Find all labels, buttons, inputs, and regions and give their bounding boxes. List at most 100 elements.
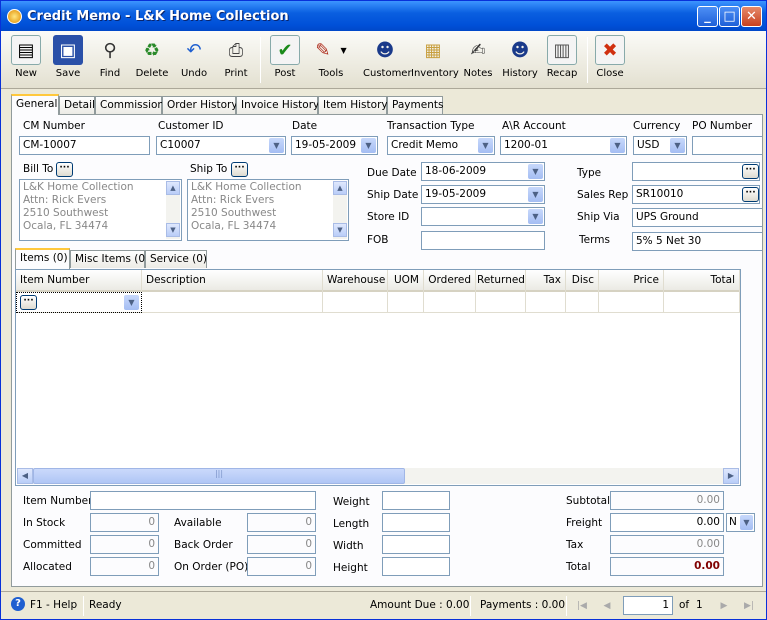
ship-to-lookup-button[interactable]: ··· [231, 162, 248, 177]
item-number-cell[interactable]: ··· ▼ [16, 292, 142, 313]
total-cell[interactable] [664, 292, 740, 313]
column-warehouse[interactable]: Warehouse [323, 270, 388, 292]
column-returned[interactable]: Returned [476, 270, 526, 292]
freight-code-select[interactable]: N ▼ [726, 513, 755, 532]
tax-cell[interactable] [526, 292, 566, 313]
previous-record-icon[interactable]: ◀ [598, 597, 616, 615]
scroll-up-icon[interactable]: ▲ [166, 181, 180, 195]
uom-cell[interactable] [388, 292, 424, 313]
close-window-button[interactable]: ✕ [741, 6, 762, 27]
print-button[interactable]: ⎙ Print [214, 34, 258, 86]
bill-to-address[interactable]: L&K Home Collection Attn: Rick Evers 251… [19, 179, 182, 241]
horizontal-scrollbar[interactable]: ◀ ||| ▶ [17, 468, 739, 484]
warehouse-cell[interactable] [323, 292, 388, 313]
save-button[interactable]: ▣ Save [46, 34, 90, 86]
find-button[interactable]: ⚲ Find [88, 34, 132, 86]
column-tax[interactable]: Tax [526, 270, 566, 292]
freight-input[interactable]: 0.00 [610, 513, 724, 532]
transaction-type-select[interactable]: Credit Memo ▼ [387, 136, 495, 155]
help-icon[interactable]: ? [11, 597, 25, 611]
vertical-scrollbar[interactable]: ▲ ▼ [333, 181, 347, 239]
terms-input[interactable]: 5% 5 Net 30 [632, 232, 762, 251]
item-number-input[interactable] [90, 491, 316, 510]
weight-input[interactable] [382, 491, 450, 510]
scroll-right-icon[interactable]: ▶ [723, 468, 739, 484]
undo-button[interactable]: ↶ Undo [172, 34, 216, 86]
column-description[interactable]: Description [142, 270, 323, 292]
inventory-button[interactable]: ▦ Inventory [411, 34, 459, 86]
returned-cell[interactable] [476, 292, 526, 313]
minimize-button[interactable]: _ [697, 6, 718, 27]
chevron-down-icon[interactable]: ▼ [528, 187, 543, 202]
ship-to-address[interactable]: L&K Home Collection Attn: Rick Evers 251… [187, 179, 349, 241]
last-record-icon[interactable]: ▶| [740, 597, 758, 615]
tab-invoice-history[interactable]: Invoice History [236, 96, 319, 114]
length-input[interactable] [382, 513, 450, 532]
chevron-down-icon[interactable]: ▼ [124, 295, 139, 310]
customer-id-select[interactable]: C10007 ▼ [156, 136, 286, 155]
items-grid[interactable]: Item Number Description Warehouse UOM Or… [15, 269, 741, 486]
page-number-input[interactable]: 1 [623, 596, 673, 615]
sales-rep-lookup-button[interactable]: ··· [742, 187, 759, 202]
chevron-down-icon[interactable]: ▼ [740, 515, 753, 530]
type-input[interactable] [632, 162, 760, 181]
next-record-icon[interactable]: ▶ [715, 597, 733, 615]
date-picker[interactable]: 19-05-2009 ▼ [291, 136, 378, 155]
item-lookup-button[interactable]: ··· [20, 295, 37, 310]
tab-commission[interactable]: Commission [95, 96, 164, 114]
help-hint[interactable]: F1 - Help [30, 599, 77, 611]
post-button[interactable]: ✔ Post [263, 34, 307, 86]
chevron-down-icon[interactable]: ▼ [361, 138, 376, 153]
new-button[interactable]: ▤ New [4, 34, 48, 86]
store-id-select[interactable]: ▼ [421, 207, 545, 226]
description-cell[interactable] [142, 292, 323, 313]
scroll-thumb[interactable]: ||| [33, 468, 405, 484]
column-total[interactable]: Total [664, 270, 740, 292]
sales-rep-input[interactable]: SR10010 [632, 185, 760, 204]
scroll-up-icon[interactable]: ▲ [333, 181, 347, 195]
currency-select[interactable]: USD ▼ [633, 136, 687, 155]
title-bar[interactable]: Credit Memo - L&K Home Collection _ □ ✕ [1, 1, 766, 31]
tab-items[interactable]: Items (0) [15, 248, 70, 269]
type-lookup-button[interactable]: ··· [742, 164, 759, 179]
chevron-down-icon[interactable]: ▼ [269, 138, 284, 153]
tab-detail[interactable]: Detail [59, 96, 95, 114]
due-date-picker[interactable]: 18-06-2009 ▼ [421, 162, 545, 181]
tab-order-history[interactable]: Order History [162, 96, 238, 114]
chevron-down-icon[interactable]: ▼ [528, 209, 543, 224]
column-disc[interactable]: Disc [566, 270, 599, 292]
column-ordered[interactable]: Ordered [424, 270, 476, 292]
history-button[interactable]: ☻ History [498, 34, 542, 86]
column-item-number[interactable]: Item Number [16, 270, 142, 292]
tab-service[interactable]: Service (0) [145, 250, 207, 268]
po-number-input[interactable] [692, 136, 762, 155]
tab-payments[interactable]: Payments [387, 96, 443, 114]
chevron-down-icon[interactable]: ▼ [528, 164, 543, 179]
maximize-button[interactable]: □ [719, 6, 740, 27]
height-input[interactable] [382, 557, 450, 576]
ship-via-input[interactable]: UPS Ground [632, 208, 762, 227]
fob-input[interactable] [421, 231, 545, 250]
chevron-down-icon[interactable]: ▼ [670, 138, 685, 153]
ar-account-select[interactable]: 1200-01 ▼ [500, 136, 627, 155]
first-record-icon[interactable]: |◀ [573, 597, 591, 615]
width-input[interactable] [382, 535, 450, 554]
cm-number-input[interactable]: CM-10007 [19, 136, 150, 155]
vertical-scrollbar[interactable]: ▲ ▼ [166, 181, 180, 239]
ordered-cell[interactable] [424, 292, 476, 313]
notes-button[interactable]: ✍ Notes [456, 34, 500, 86]
recap-button[interactable]: ▥ Recap [540, 34, 584, 86]
ship-date-picker[interactable]: 19-05-2009 ▼ [421, 185, 545, 204]
price-cell[interactable] [599, 292, 664, 313]
disc-cell[interactable] [566, 292, 599, 313]
table-row[interactable]: ··· ▼ [16, 292, 740, 313]
tools-button[interactable]: ✎ ▼ Tools [305, 34, 357, 86]
customer-button[interactable]: ☻ Customer [363, 34, 412, 86]
chevron-down-icon[interactable]: ▼ [478, 138, 493, 153]
tab-general[interactable]: General [11, 94, 59, 115]
close-button[interactable]: ✖ Close [588, 34, 632, 86]
scroll-left-icon[interactable]: ◀ [17, 468, 33, 484]
column-uom[interactable]: UOM [388, 270, 424, 292]
tab-item-history[interactable]: Item History [318, 96, 388, 114]
bill-to-lookup-button[interactable]: ··· [56, 162, 73, 177]
